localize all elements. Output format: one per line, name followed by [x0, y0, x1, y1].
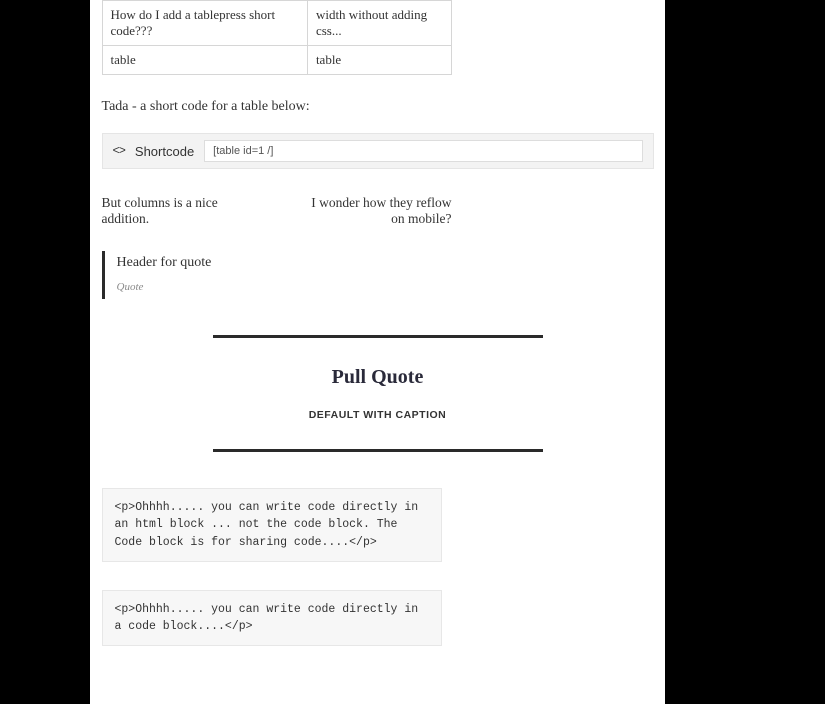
pullquote-title: Pull Quote [213, 366, 543, 389]
code-icon: <> [113, 144, 125, 158]
column-right: I wonder how they reflow on mobile? [297, 195, 452, 227]
html-code-block: <p>Ohhhh..... you can write code directl… [102, 488, 442, 562]
table-row: table table [102, 46, 451, 75]
table-cell: table [102, 46, 307, 75]
pullquote: Pull Quote DEFAULT WITH CAPTION [213, 335, 543, 452]
table-cell: How do I add a tablepress short code??? [102, 1, 307, 46]
quote-caption: Quote [117, 281, 144, 293]
column-left: But columns is a nice addition. [102, 195, 257, 227]
content-area: How do I add a tablepress short code??? … [102, 0, 654, 646]
shortcode-label: Shortcode [135, 144, 194, 159]
table-row: How do I add a tablepress short code??? … [102, 1, 451, 46]
pullquote-caption: DEFAULT WITH CAPTION [213, 409, 543, 421]
table-cell: width without adding css... [307, 1, 451, 46]
table-cell: table [307, 46, 451, 75]
code-block: <p>Ohhhh..... you can write code directl… [102, 590, 442, 647]
example-table: How do I add a tablepress short code??? … [102, 0, 452, 75]
page-container: How do I add a tablepress short code??? … [90, 0, 665, 704]
columns-row: But columns is a nice addition. I wonder… [102, 195, 452, 227]
quote-header: Header for quote [117, 255, 654, 271]
shortcode-block: <> Shortcode [102, 133, 654, 169]
tada-paragraph: Tada - a short code for a table below: [102, 99, 654, 115]
blockquote: Header for quote Quote [102, 251, 654, 299]
shortcode-input[interactable] [204, 140, 642, 162]
